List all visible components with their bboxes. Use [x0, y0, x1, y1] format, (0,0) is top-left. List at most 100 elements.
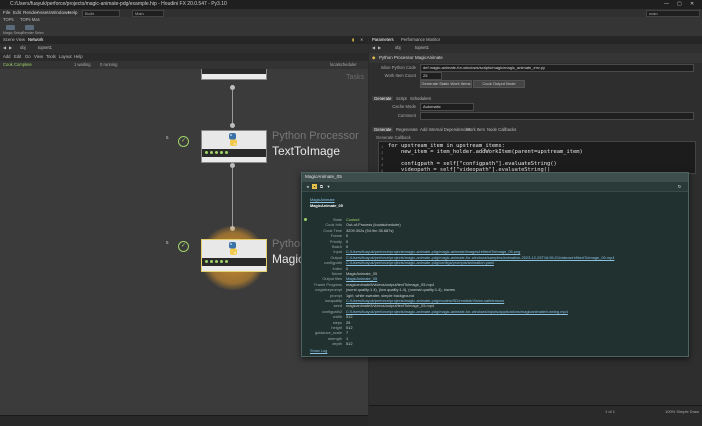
tab-performance-monitor[interactable]: Performance Monitor	[401, 37, 440, 42]
menu-help[interactable]: Help	[68, 10, 77, 15]
main-select[interactable]: Main	[132, 10, 164, 17]
forward-icon[interactable]: ▶	[378, 45, 381, 50]
python-logo-icon	[229, 242, 237, 255]
attr-key: width	[332, 314, 342, 320]
magic-setup-icon[interactable]	[6, 25, 15, 30]
generate-button[interactable]: Generate Static Work Items	[420, 80, 472, 88]
network-pane-tabs: Scene View Network ▮ ✕	[0, 36, 368, 44]
net-menu-go[interactable]: Go	[25, 54, 31, 59]
cache-mode-label: Cache Mode	[392, 104, 416, 109]
node-type-icon: ◆	[372, 55, 376, 60]
path-topnet[interactable]: topnet1	[38, 45, 52, 50]
menu-edit[interactable]: Edit	[13, 10, 21, 15]
attr-value: 1	[346, 335, 349, 341]
back-icon[interactable]: ◀	[372, 45, 375, 50]
path-obj[interactable]: obj	[395, 45, 401, 50]
node-link[interactable]: MagicAnimate	[310, 197, 335, 202]
back-icon[interactable]: ◂	[305, 184, 310, 189]
attr-value[interactable]: C:/Users/fuayuk/perforce/projects/magic-…	[346, 309, 568, 314]
subtab-work-item[interactable]: Work Item	[464, 127, 487, 132]
node-texttoimage[interactable]	[201, 130, 267, 163]
search-input[interactable]: main	[646, 10, 700, 17]
subtab-regenerate[interactable]: Regenerate	[394, 127, 420, 132]
net-menu-help[interactable]: Help	[74, 54, 83, 59]
path-obj[interactable]: obj	[20, 45, 26, 50]
tab-scene-view[interactable]: Scene View	[3, 37, 25, 42]
attr-key: guidance_scale	[314, 330, 342, 336]
attr-value[interactable]: MagicAnimate_05	[346, 276, 377, 281]
attr-key: Output	[330, 254, 342, 260]
attr-key: depth	[332, 341, 342, 347]
node-name-field[interactable]: MagicAnimate	[415, 55, 443, 60]
forward-icon[interactable]: ▶	[9, 45, 12, 50]
menu-render[interactable]: Render	[23, 10, 38, 15]
subtab-generate[interactable]: Generate	[372, 127, 394, 132]
work-items-field[interactable]: 25	[420, 72, 442, 80]
node-input-connector[interactable]	[230, 123, 235, 128]
node-magicanimate[interactable]	[201, 239, 267, 272]
attr-value: magicanimate5/videos/output/textToImage_…	[346, 281, 435, 287]
render-select-icon[interactable]	[25, 25, 34, 30]
line-number: 2	[381, 150, 384, 155]
attr-key: prompt	[329, 292, 342, 298]
pin-icon[interactable]: ▪	[312, 184, 317, 189]
comment-field[interactable]	[420, 112, 694, 120]
refresh-icon[interactable]: ↻	[677, 184, 682, 189]
back-icon[interactable]: ◀	[3, 45, 6, 50]
cache-mode-select[interactable]: Automatic	[420, 103, 474, 111]
minimize-button[interactable]: —	[664, 1, 669, 7]
net-menu-view[interactable]: View	[34, 54, 43, 59]
pane-close-icon[interactable]: ✕	[360, 37, 364, 42]
attr-value: (worst quality:1.4), (low quality:1.4), …	[346, 287, 455, 293]
waiting-count: 1 waiting	[74, 62, 91, 67]
maximize-button[interactable]: ▢	[677, 1, 682, 7]
menu-file[interactable]: File	[3, 10, 10, 15]
tab-script[interactable]: Script	[394, 96, 409, 101]
code-line: new_item = item_holder.addWorkItem(paren…	[388, 149, 583, 155]
net-menu-add[interactable]: Add	[3, 54, 10, 59]
cooked-check-icon: ✓	[178, 136, 189, 147]
zoom-indicator[interactable]: 100% Simple Draw	[665, 409, 699, 414]
attr-value: magicanimate5/videos/output/textToImage_…	[346, 303, 435, 309]
scheduler-name[interactable]: localscheduler	[330, 62, 357, 67]
work-item-count: 5	[166, 240, 169, 245]
show-log-link[interactable]: Show Log	[310, 348, 327, 353]
cook-button[interactable]: Cook Output Node	[473, 80, 525, 88]
shelf-tab-tops-mas[interactable]: TOPs Mas	[20, 17, 40, 22]
shelf-tab-tops[interactable]: TOPs	[3, 17, 14, 22]
menu-windows[interactable]: Windows	[51, 10, 70, 15]
path-topnet[interactable]: topnet1	[415, 45, 429, 50]
desktop-select[interactable]: Build	[82, 10, 120, 17]
tab-schedulers[interactable]: Schedulers	[408, 96, 433, 101]
code-editor[interactable]: 1 2 3 4 5 for upstream_item in upstream_…	[378, 141, 696, 174]
attr-value: 1girl, white sweater, simple background	[346, 292, 414, 298]
attr-key: Name	[331, 271, 342, 276]
net-menu-layout[interactable]: Layout	[59, 54, 72, 59]
attr-key: seed	[333, 303, 342, 309]
tab-network[interactable]: Network	[28, 37, 43, 42]
popup-title: MagicAnimate_05	[305, 174, 342, 179]
shelf: TOPs TOPs Mas Magic Setup Render Selec	[0, 17, 702, 37]
attr-key: Cook Time	[323, 227, 342, 233]
attr-value[interactable]: C:/Users/fuayuk/perforce/projects/magic-…	[346, 298, 504, 303]
menu-assets[interactable]: Assets	[37, 10, 51, 15]
attr-value[interactable]: C:/Users/fuayuk/perforce/projects/magic-…	[346, 249, 520, 254]
python-logo-icon	[229, 133, 237, 146]
tab-parameters[interactable]: Parameters	[372, 37, 394, 42]
running-count: 0 running	[100, 62, 118, 67]
inline-code-field[interactable]: def magic-animate-for-windows/scripts/ma…	[420, 64, 694, 72]
node-type-label: Python Processor	[272, 130, 359, 142]
upstream-node[interactable]	[201, 69, 267, 80]
work-item-name: MagicAnimate_05	[310, 203, 343, 208]
attr-value[interactable]: C:/Users/fuayuk/perforce/projects/magic-…	[346, 255, 614, 260]
attr-key: State	[332, 217, 342, 222]
pane-options-icon[interactable]: ▮	[352, 37, 354, 42]
attr-value[interactable]: C:/Users/fuayuk/perforce/projects/magic-…	[346, 260, 494, 265]
close-button[interactable]: ✕	[690, 1, 694, 7]
tab-generate[interactable]: Generate	[372, 96, 394, 101]
filter-icon[interactable]: ▾	[326, 184, 331, 189]
copy-icon[interactable]: ⧉	[319, 184, 324, 189]
net-menu-edit[interactable]: Edit	[14, 54, 21, 59]
subtab-node-callbacks[interactable]: Node Callbacks	[485, 127, 518, 132]
net-menu-tools[interactable]: Tools	[46, 54, 56, 59]
